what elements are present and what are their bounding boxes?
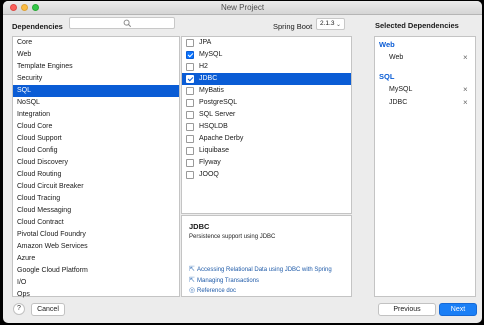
category-item[interactable]: SQL	[13, 85, 179, 97]
dependency-item[interactable]: H2	[182, 61, 351, 73]
category-item[interactable]: Integration	[13, 109, 179, 121]
category-item[interactable]: Security	[13, 73, 179, 85]
guide-link-jdbc[interactable]: ⇱ Accessing Relational Data using JDBC wi…	[189, 265, 332, 273]
category-item[interactable]: Cloud Contract	[13, 217, 179, 229]
previous-button[interactable]: Previous	[378, 303, 436, 316]
dependency-label: JOOQ	[199, 171, 219, 178]
dependency-label: Flyway	[199, 159, 221, 166]
category-item[interactable]: Pivotal Cloud Foundry	[13, 229, 179, 241]
category-item[interactable]: Web	[13, 49, 179, 61]
category-item[interactable]: Google Cloud Platform	[13, 265, 179, 277]
dependency-checkbox[interactable]	[186, 111, 194, 119]
category-item[interactable]: Template Engines	[13, 61, 179, 73]
dependency-label: JDBC	[199, 75, 218, 82]
remove-mysql-icon[interactable]: ×	[463, 86, 468, 94]
dependency-label: MyBatis	[199, 87, 224, 94]
help-button[interactable]: ?	[13, 303, 25, 315]
dependency-list: JPA MySQL H2 JDBC MyBatis PostgreSQL SQL Serve…	[181, 36, 352, 214]
category-item[interactable]: Cloud Discovery	[13, 157, 179, 169]
spring-boot-version-value: 2.1.3	[320, 20, 335, 27]
category-item[interactable]: Core	[13, 37, 179, 49]
dependency-item[interactable]: Flyway	[182, 157, 351, 169]
dependency-checkbox[interactable]	[186, 147, 194, 155]
dependency-checkbox[interactable]	[186, 51, 194, 59]
category-item[interactable]: Cloud Messaging	[13, 205, 179, 217]
dependency-checkbox[interactable]	[186, 99, 194, 107]
dependency-description-panel: JDBC Persistence support using JDBC ⇱ Acc…	[181, 215, 352, 297]
reference-doc-link[interactable]: ◎ Reference doc	[189, 286, 236, 294]
category-item[interactable]: Azure	[13, 253, 179, 265]
category-item[interactable]: NoSQL	[13, 97, 179, 109]
dependency-checkbox[interactable]	[186, 39, 194, 47]
category-item[interactable]: Ops	[13, 289, 179, 301]
dependency-label: Liquibase	[199, 147, 229, 154]
selected-item-mysql: MySQL	[389, 86, 413, 93]
category-item[interactable]: Amazon Web Services	[13, 241, 179, 253]
title-bar: New Project	[3, 1, 482, 15]
category-list: Core Web Template Engines Security SQL NoSQL I…	[12, 36, 180, 298]
category-item[interactable]: Cloud Routing	[13, 169, 179, 181]
spring-boot-label: Spring Boot	[273, 22, 313, 31]
category-item[interactable]: Cloud Tracing	[13, 193, 179, 205]
cancel-button[interactable]: Cancel	[31, 303, 65, 316]
dependency-search-input[interactable]	[69, 17, 175, 29]
dependency-item[interactable]: Apache Derby	[182, 133, 351, 145]
category-item[interactable]: Cloud Support	[13, 133, 179, 145]
dependency-label: PostgreSQL	[199, 99, 238, 106]
guide-icon: ⇱	[189, 266, 195, 273]
dependency-item[interactable]: JPA	[182, 37, 351, 49]
dependency-item[interactable]: PostgreSQL	[182, 97, 351, 109]
selected-item-web: Web	[389, 54, 404, 61]
category-item[interactable]: Cloud Circuit Breaker	[13, 181, 179, 193]
chevron-down-icon: ⌄	[335, 22, 341, 28]
selected-dependencies-panel: Web Web × SQL MySQL × JDBC ×	[374, 36, 476, 297]
dependency-label: HSQLDB	[199, 123, 228, 130]
description-text: Persistence support using JDBC	[189, 234, 276, 240]
dependency-item[interactable]: SQL Server	[182, 109, 351, 121]
dependency-checkbox[interactable]	[186, 87, 194, 95]
dependency-checkbox[interactable]	[186, 75, 194, 83]
dependency-item[interactable]: JOOQ	[182, 169, 351, 181]
guide-icon: ⇱	[189, 277, 195, 284]
dependency-label: JPA	[199, 39, 212, 46]
dependency-checkbox[interactable]	[186, 135, 194, 143]
spring-boot-version-select[interactable]: 2.1.3 ⌄	[316, 18, 345, 30]
dependency-checkbox[interactable]	[186, 123, 194, 131]
description-title: JDBC	[189, 222, 210, 231]
dependencies-heading: Dependencies	[12, 22, 63, 31]
new-project-window: New Project Dependencies Spring Boot 2.1…	[3, 1, 482, 323]
dependency-label: H2	[199, 63, 208, 70]
dependency-checkbox[interactable]	[186, 63, 194, 71]
dependency-item[interactable]: Liquibase	[182, 145, 351, 157]
dependency-checkbox[interactable]	[186, 159, 194, 167]
dependency-label: SQL Server	[199, 111, 236, 118]
category-item[interactable]: Cloud Core	[13, 121, 179, 133]
reference-icon: ◎	[189, 287, 196, 294]
window-title: New Project	[220, 3, 265, 12]
remove-web-icon[interactable]: ×	[463, 54, 468, 62]
dependency-label: Apache Derby	[199, 135, 244, 142]
dependency-item[interactable]: MySQL	[182, 49, 351, 61]
dependency-checkbox[interactable]	[186, 171, 194, 179]
dependency-item[interactable]: HSQLDB	[182, 121, 351, 133]
selected-item-jdbc: JDBC	[389, 99, 408, 106]
category-item[interactable]: I/O	[13, 277, 179, 289]
category-item[interactable]: Cloud Config	[13, 145, 179, 157]
guide-link-transactions[interactable]: ⇱ Managing Transactions	[189, 276, 259, 284]
selected-group-sql: SQL	[379, 72, 395, 81]
dependency-item[interactable]: JDBC	[182, 73, 351, 85]
next-button[interactable]: Next	[439, 303, 477, 316]
dependency-item[interactable]: MyBatis	[182, 85, 351, 97]
remove-jdbc-icon[interactable]: ×	[463, 99, 468, 107]
search-icon	[123, 19, 132, 28]
selected-group-web: Web	[379, 40, 395, 49]
dependency-label: MySQL	[199, 51, 223, 58]
selected-dependencies-heading: Selected Dependencies	[375, 21, 459, 30]
